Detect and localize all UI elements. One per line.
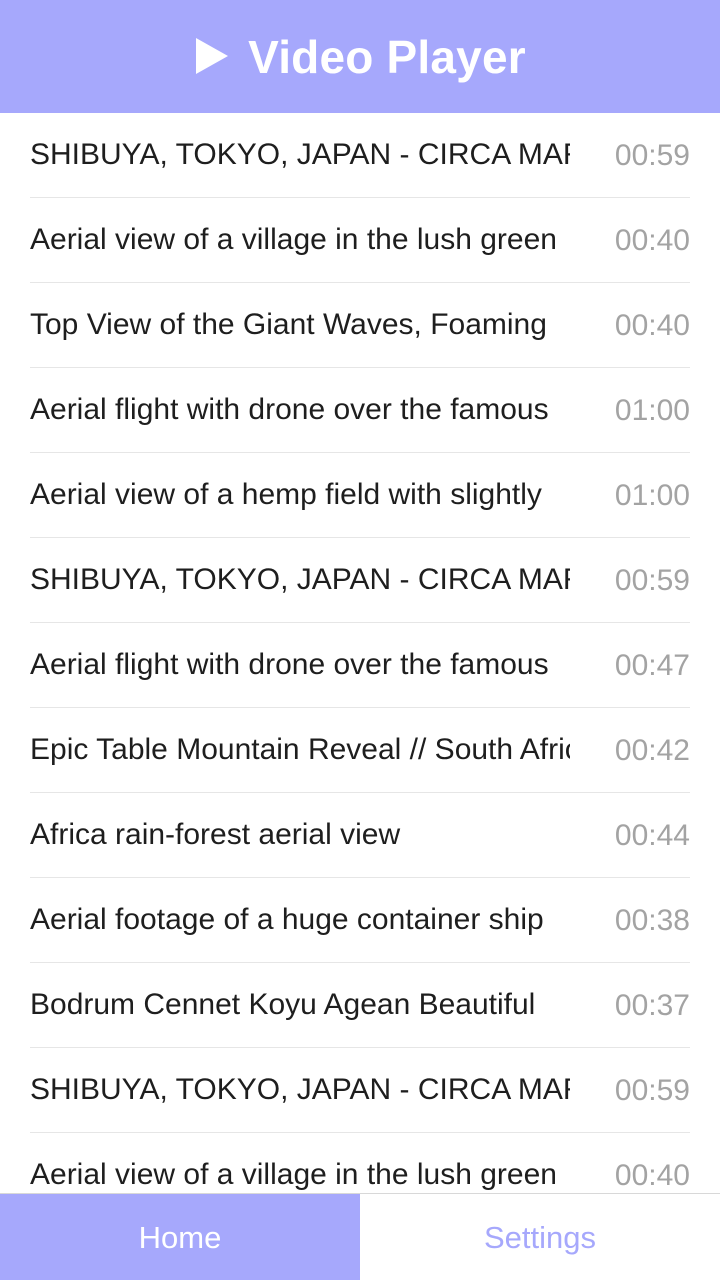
video-list-item[interactable]: Aerial view of a village in the lush gre… — [30, 198, 690, 283]
video-list-item[interactable]: SHIBUYA, TOKYO, JAPAN - CIRCA MARCH 00:5… — [30, 538, 690, 623]
video-title: SHIBUYA, TOKYO, JAPAN - CIRCA MARCH — [30, 1073, 570, 1106]
app-screen: Video Player SHIBUYA, TOKYO, JAPAN - CIR… — [0, 0, 720, 1280]
video-title: Africa rain-forest aerial view — [30, 818, 401, 851]
video-list-item[interactable]: Aerial flight with drone over the famous… — [30, 368, 690, 453]
video-list-item[interactable]: Bodrum Cennet Koyu Agean Beautiful 00:37 — [30, 963, 690, 1048]
video-list-item[interactable]: Africa rain-forest aerial view 00:44 — [30, 793, 690, 878]
app-title: Video Player — [248, 30, 526, 83]
video-list-item[interactable]: Aerial flight with drone over the famous… — [30, 623, 690, 708]
video-duration: 00:47 — [614, 648, 690, 682]
video-duration: 00:59 — [614, 138, 690, 172]
video-title: Bodrum Cennet Koyu Agean Beautiful — [30, 988, 536, 1021]
video-list[interactable]: SHIBUYA, TOKYO, JAPAN - CIRCA MARCH 00:5… — [0, 113, 720, 1193]
video-duration: 01:00 — [614, 393, 690, 427]
video-title: Aerial footage of a huge container ship — [30, 903, 544, 936]
video-list-item[interactable]: SHIBUYA, TOKYO, JAPAN - CIRCA MARCH 00:5… — [30, 1048, 690, 1133]
video-duration: 00:59 — [614, 1073, 690, 1107]
video-duration: 00:40 — [614, 223, 690, 257]
video-duration: 00:44 — [614, 818, 690, 852]
video-duration: 00:42 — [614, 733, 690, 767]
video-duration: 00:40 — [614, 1158, 690, 1192]
video-list-item[interactable]: Aerial view of a hemp field with slightl… — [30, 453, 690, 538]
video-title: Aerial flight with drone over the famous — [30, 648, 549, 681]
video-duration: 00:59 — [614, 563, 690, 597]
video-list-item[interactable]: Epic Table Mountain Reveal // South Afri… — [30, 708, 690, 793]
video-title: Epic Table Mountain Reveal // South Afri… — [30, 733, 570, 766]
video-list-item[interactable]: Aerial view of a village in the lush gre… — [30, 1133, 690, 1193]
video-title: Aerial view of a hemp field with slightl… — [30, 478, 542, 511]
video-title: Aerial view of a village in the lush gre… — [30, 1158, 557, 1191]
video-duration: 00:40 — [614, 308, 690, 342]
video-list-item[interactable]: Top View of the Giant Waves, Foaming 00:… — [30, 283, 690, 368]
video-title: Aerial flight with drone over the famous — [30, 393, 549, 426]
bottom-tab-bar: Home Settings — [0, 1193, 720, 1280]
video-list-item[interactable]: SHIBUYA, TOKYO, JAPAN - CIRCA MARCH 00:5… — [30, 113, 690, 198]
video-duration: 00:37 — [614, 988, 690, 1022]
video-title: SHIBUYA, TOKYO, JAPAN - CIRCA MARCH — [30, 563, 570, 596]
play-icon — [196, 37, 229, 74]
app-header: Video Player — [0, 0, 720, 113]
video-duration: 01:00 — [614, 478, 690, 512]
video-list-item[interactable]: Aerial footage of a huge container ship … — [30, 878, 690, 963]
video-duration: 00:38 — [614, 903, 690, 937]
video-title: SHIBUYA, TOKYO, JAPAN - CIRCA MARCH — [30, 138, 570, 171]
video-title: Top View of the Giant Waves, Foaming — [30, 308, 547, 341]
tab-home[interactable]: Home — [0, 1194, 360, 1280]
video-title: Aerial view of a village in the lush gre… — [30, 223, 557, 256]
tab-settings[interactable]: Settings — [360, 1194, 720, 1280]
